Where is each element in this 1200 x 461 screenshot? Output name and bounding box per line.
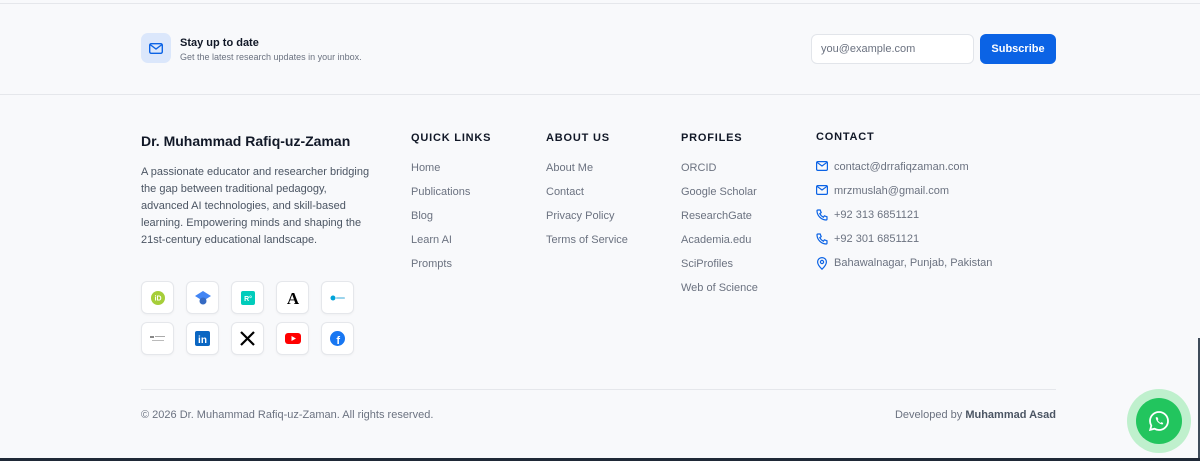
contact-phone-text: +92 313 6851121	[834, 209, 920, 221]
profiles-title: PROFILES	[681, 132, 743, 144]
mail-icon	[141, 33, 171, 63]
mail-icon	[816, 185, 828, 195]
researchgate-icon[interactable]: R°	[231, 281, 264, 314]
youtube-icon[interactable]	[276, 322, 309, 355]
profile-link-researchgate[interactable]: ResearchGate	[681, 209, 758, 233]
social-links: iD R° A in f	[141, 281, 363, 355]
developed-by-label: Developed by	[894, 409, 963, 421]
svg-text:in: in	[198, 335, 207, 346]
copyright-text: © 2026 Dr. Muhammad Rafiq-uz-Zaman. All …	[141, 409, 434, 421]
about-link-about-me[interactable]: About Me	[546, 161, 628, 185]
quick-link-home[interactable]: Home	[411, 161, 491, 185]
about-link-terms-of-service[interactable]: Terms of Service	[546, 233, 628, 257]
phone-icon	[816, 233, 828, 245]
footer-divider	[141, 389, 1056, 390]
web-of-science-icon[interactable]	[141, 322, 174, 355]
developer-credit: Developed by Muhammad Asad	[895, 409, 1056, 421]
email-field[interactable]	[811, 34, 974, 64]
whatsapp-icon	[1148, 411, 1169, 432]
svg-text:f: f	[336, 335, 340, 346]
quick-link-prompts[interactable]: Prompts	[411, 257, 491, 281]
linkedin-icon[interactable]: in	[186, 322, 219, 355]
about-us-column: ABOUT US About Me Contact Privacy Policy…	[546, 132, 628, 257]
brand-description: A passionate educator and researcher bri…	[141, 166, 370, 246]
mail-icon	[816, 161, 828, 171]
contact-title: CONTACT	[816, 131, 875, 143]
quick-link-publications[interactable]: Publications	[411, 185, 491, 209]
x-icon[interactable]	[231, 322, 264, 355]
contact-email-1[interactable]: contact@drrafiqzaman.com	[816, 160, 992, 184]
contact-phone-2[interactable]: +92 301 6851121	[816, 232, 992, 256]
sciprofiles-icon[interactable]	[321, 281, 354, 314]
newsletter-section: Stay up to date Get the latest research …	[141, 33, 1056, 65]
svg-text:iD: iD	[154, 295, 161, 302]
top-divider	[0, 3, 1200, 4]
contact-phone-1[interactable]: +92 313 6851121	[816, 208, 992, 232]
developer-name[interactable]: Muhammad Asad	[965, 409, 1056, 421]
location-pin-icon	[816, 257, 828, 270]
quick-links-column: QUICK LINKS Home Publications Blog Learn…	[411, 132, 491, 281]
contact-location-text: Bahawalnagar, Punjab, Pakistan	[834, 257, 993, 269]
profile-link-sciprofiles[interactable]: SciProfiles	[681, 257, 758, 281]
profile-link-orcid[interactable]: ORCID	[681, 161, 758, 185]
svg-text:R°: R°	[244, 295, 252, 303]
about-link-contact[interactable]: Contact	[546, 185, 628, 209]
google-scholar-icon[interactable]	[186, 281, 219, 314]
contact-column: CONTACT contact@drrafiqzaman.com mrzmusl…	[816, 131, 992, 280]
profile-link-academia[interactable]: Academia.edu	[681, 233, 758, 257]
contact-email-text: mrzmuslah@gmail.com	[834, 185, 950, 197]
profiles-column: PROFILES ORCID Google Scholar ResearchGa…	[681, 132, 758, 305]
section-divider	[0, 94, 1200, 95]
contact-phone-text: +92 301 6851121	[834, 233, 920, 245]
orcid-icon[interactable]: iD	[141, 281, 174, 314]
quick-links-title: QUICK LINKS	[411, 132, 492, 144]
phone-icon	[816, 209, 828, 221]
newsletter-subtitle: Get the latest research updates in your …	[180, 52, 362, 62]
svg-text:A: A	[286, 290, 299, 306]
contact-location: Bahawalnagar, Punjab, Pakistan	[816, 256, 992, 280]
quick-link-learn-ai[interactable]: Learn AI	[411, 233, 491, 257]
whatsapp-button[interactable]	[1136, 398, 1182, 444]
subscribe-button[interactable]: Subscribe	[980, 34, 1056, 64]
profile-link-google-scholar[interactable]: Google Scholar	[681, 185, 758, 209]
newsletter-title: Stay up to date	[180, 37, 259, 49]
academia-icon[interactable]: A	[276, 281, 309, 314]
about-link-privacy-policy[interactable]: Privacy Policy	[546, 209, 628, 233]
brand-name: Dr. Muhammad Rafiq-uz-Zaman	[141, 133, 351, 149]
contact-email-text: contact@drrafiqzaman.com	[834, 161, 969, 173]
contact-email-2[interactable]: mrzmuslah@gmail.com	[816, 184, 992, 208]
quick-link-blog[interactable]: Blog	[411, 209, 491, 233]
about-us-title: ABOUT US	[546, 132, 610, 144]
profile-link-web-of-science[interactable]: Web of Science	[681, 281, 758, 305]
facebook-icon[interactable]: f	[321, 322, 354, 355]
